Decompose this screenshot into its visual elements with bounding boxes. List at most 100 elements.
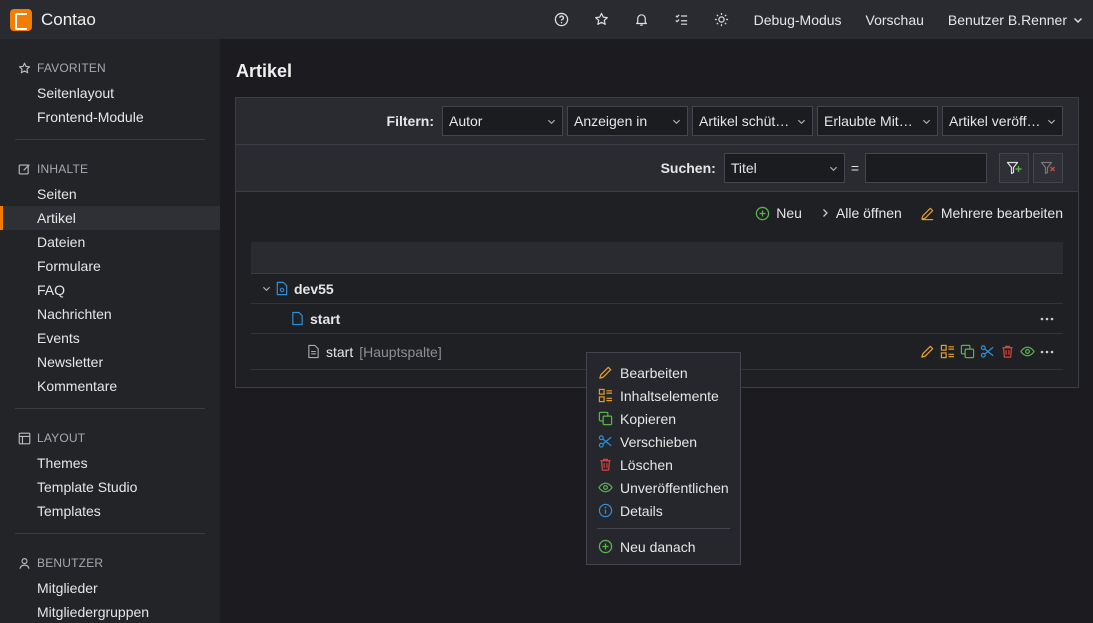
help-icon[interactable] — [542, 0, 582, 39]
sidebar-item-artikel[interactable]: Artikel — [0, 206, 220, 230]
contao-logo-icon — [10, 8, 32, 31]
favorites-star-icon[interactable] — [582, 0, 622, 39]
menu-item-label: Löschen — [620, 456, 673, 473]
sidebar-item-faq[interactable]: FAQ — [0, 278, 220, 302]
chevron-right-icon — [822, 209, 828, 217]
filter-select-artikel-veroeffentlicht[interactable]: Artikel veröff… — [942, 106, 1063, 136]
menu-item-label: Inhaltselemente — [620, 387, 719, 404]
sidebar-item-kommentare[interactable]: Kommentare — [0, 374, 220, 398]
menu-item-unveroeffentlichen[interactable]: Unveröffentlichen — [587, 476, 740, 499]
filter-select-value: Autor — [449, 113, 483, 129]
chevron-down-icon — [829, 160, 838, 176]
filter-select-autor[interactable]: Autor — [442, 106, 563, 136]
content-elements-icon — [598, 388, 613, 403]
menu-item-details[interactable]: Details — [587, 499, 740, 522]
menu-divider — [597, 528, 730, 529]
apply-filter-button[interactable] — [999, 153, 1029, 183]
chevron-down-icon — [797, 113, 806, 129]
edit-multiple-button[interactable]: Mehrere bearbeiten — [920, 205, 1063, 221]
chevron-down-icon — [1073, 12, 1083, 28]
edit-multiple-label: Mehrere bearbeiten — [940, 205, 1063, 221]
collapse-chevron-icon[interactable] — [259, 284, 273, 293]
notification-bell-icon[interactable] — [622, 0, 662, 39]
filter-select-erlaubte-mitglieder[interactable]: Erlaubte Mit… — [817, 106, 938, 136]
copy-icon[interactable] — [957, 344, 977, 359]
sidebar-group-header[interactable]: INHALTE — [15, 156, 205, 182]
chevron-down-icon — [922, 113, 931, 129]
edit-pencil-icon[interactable] — [917, 344, 937, 359]
filter-label: Filtern: — [386, 113, 434, 129]
menu-item-label: Unveröffentlichen — [620, 479, 729, 496]
sidebar-group-header[interactable]: BENUTZER — [15, 550, 205, 576]
sidebar-item-mitgliedergruppen[interactable]: Mitgliedergruppen — [0, 600, 220, 623]
pencil-icon — [921, 207, 934, 220]
user-menu-label: Benutzer B.Renner — [947, 11, 1067, 28]
menu-item-bearbeiten[interactable]: Bearbeiten — [587, 361, 740, 384]
filter-select-anzeigen-in[interactable]: Anzeigen in — [567, 106, 688, 136]
sidebar-group-favoriten: FAVORITEN Seitenlayout Frontend-Module — [15, 39, 205, 140]
article-title[interactable]: start — [326, 344, 353, 360]
sidebar-group-header[interactable]: FAVORITEN — [15, 55, 205, 81]
filter-select-artikel-geschuetzt[interactable]: Artikel schüt… — [692, 106, 813, 136]
group-title: BENUTZER — [37, 556, 104, 570]
sidebar-item-events[interactable]: Events — [0, 326, 220, 350]
new-article-button[interactable]: Neu — [755, 205, 802, 221]
sidebar-item-template-studio[interactable]: Template Studio — [0, 475, 220, 499]
search-input[interactable] — [865, 153, 987, 183]
top-header: Contao Debug-Modus Vorschau Benutzer B.R… — [0, 0, 1093, 39]
sidebar-item-seiten[interactable]: Seiten — [0, 182, 220, 206]
brand[interactable]: Contao — [0, 8, 96, 31]
visibility-eye-icon — [598, 482, 613, 493]
task-list-icon[interactable] — [662, 0, 702, 39]
sidebar-item-mitglieder[interactable]: Mitglieder — [0, 576, 220, 600]
tree-header — [251, 242, 1063, 274]
search-label: Suchen: — [660, 160, 716, 176]
open-all-button[interactable]: Alle öffnen — [820, 205, 902, 221]
sidebar-item-dateien[interactable]: Dateien — [0, 230, 220, 254]
filter-select-value: Anzeigen in — [574, 113, 648, 129]
sidebar-item-templates[interactable]: Templates — [0, 499, 220, 523]
menu-item-loeschen[interactable]: Löschen — [587, 453, 740, 476]
cut-scissors-icon[interactable] — [977, 344, 997, 359]
reset-filter-button[interactable] — [1033, 153, 1063, 183]
more-options-icon[interactable] — [1037, 350, 1057, 354]
edit-icon — [18, 163, 30, 175]
debug-mode-link[interactable]: Debug-Modus — [742, 12, 854, 28]
content-elements-icon[interactable] — [937, 344, 957, 359]
root-page-icon — [276, 281, 288, 296]
filter-select-value: Artikel veröff… — [949, 113, 1041, 129]
sidebar-item-newsletter[interactable]: Newsletter — [0, 350, 220, 374]
sidebar-item-themes[interactable]: Themes — [0, 451, 220, 475]
user-menu[interactable]: Benutzer B.Renner — [936, 12, 1083, 28]
search-field-select[interactable]: Titel — [723, 153, 845, 183]
search-field-value: Titel — [730, 160, 757, 176]
menu-item-label: Kopieren — [620, 410, 677, 427]
color-scheme-sun-icon[interactable] — [702, 0, 742, 39]
menu-item-kopieren[interactable]: Kopieren — [587, 407, 740, 430]
menu-item-inhaltselemente[interactable]: Inhaltselemente — [587, 384, 740, 407]
sidebar-group-inhalte: INHALTE Seiten Artikel Dateien Formulare… — [0, 140, 220, 409]
preview-link[interactable]: Vorschau — [854, 12, 936, 28]
plus-circle-icon — [755, 206, 770, 220]
root-title[interactable]: dev55 — [294, 281, 334, 297]
sidebar-item-nachrichten[interactable]: Nachrichten — [0, 302, 220, 326]
sidebar-group-header[interactable]: LAYOUT — [15, 425, 205, 451]
article-icon — [308, 344, 319, 359]
app-name: Contao — [41, 9, 96, 29]
delete-trash-icon[interactable] — [997, 344, 1017, 359]
more-options-icon[interactable] — [1037, 317, 1057, 321]
star-icon — [18, 62, 31, 73]
page-title-start[interactable]: start — [310, 311, 340, 327]
filter-bar: Filtern: Autor Anzeigen in Artikel schüt… — [236, 98, 1078, 145]
menu-item-verschieben[interactable]: Verschieben — [587, 430, 740, 453]
visibility-eye-icon[interactable] — [1017, 344, 1037, 359]
menu-item-label: Verschieben — [620, 433, 698, 450]
sidebar-item-frontend-module[interactable]: Frontend-Module — [0, 105, 220, 129]
menu-item-label: Neu danach — [620, 538, 696, 555]
menu-item-neu-danach[interactable]: Neu danach — [587, 535, 740, 558]
sidebar-item-seitenlayout[interactable]: Seitenlayout — [0, 81, 220, 105]
sidebar-item-formulare[interactable]: Formulare — [0, 254, 220, 278]
menu-item-label: Bearbeiten — [620, 364, 688, 381]
chevron-down-icon — [547, 113, 556, 129]
copy-icon — [598, 411, 613, 426]
